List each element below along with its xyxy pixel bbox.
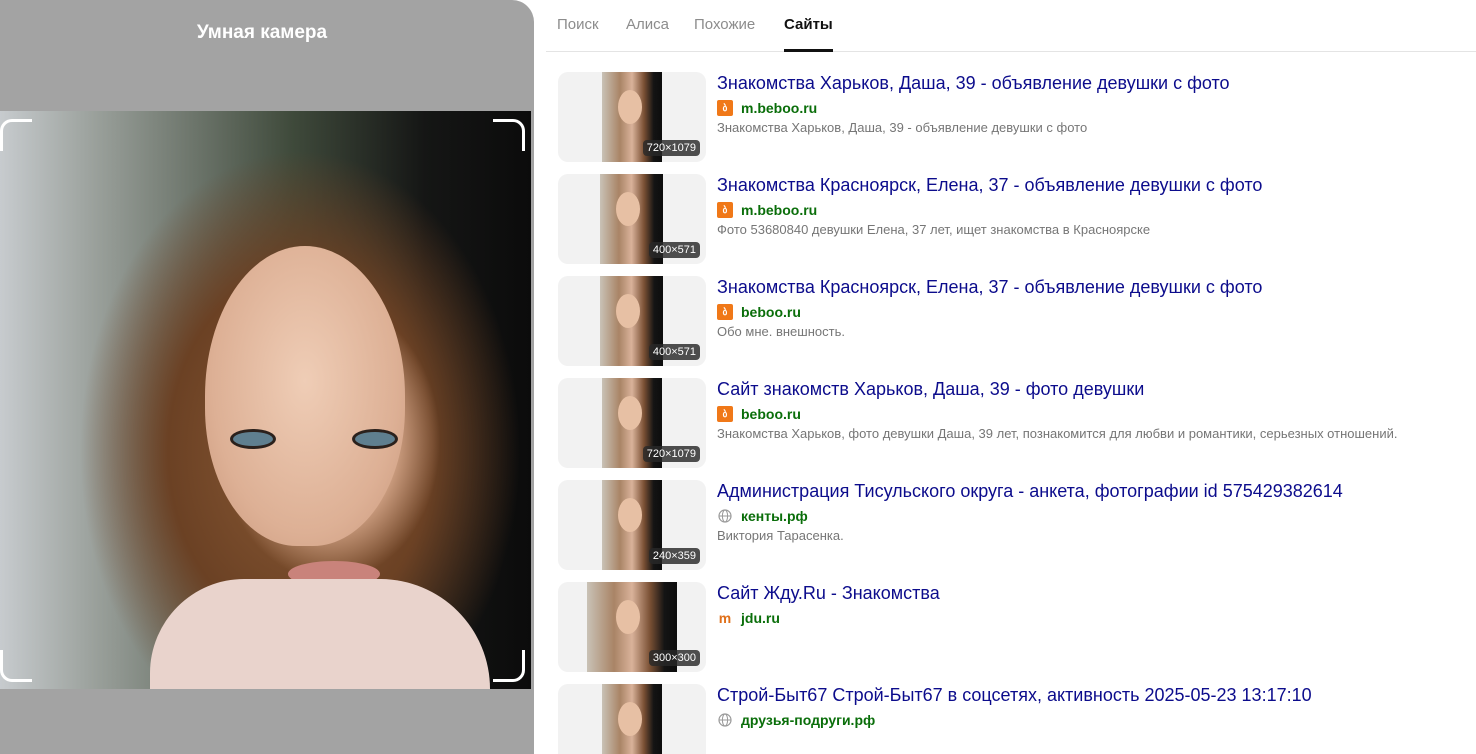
crop-handle-bottom-left[interactable] [0, 650, 32, 682]
thumbnail-face [618, 498, 642, 532]
beboo-icon: ბ [717, 202, 733, 218]
host-link[interactable]: друзья-подруги.рф [741, 712, 875, 728]
result-host: m jdu.ru [717, 609, 780, 627]
result-host: кенты.рф [717, 507, 808, 525]
result-title-link[interactable]: Строй-Быт67 Строй-Быт67 в соцсетях, акти… [717, 685, 1312, 706]
image-size-badge: 400×571 [648, 344, 700, 360]
image-size-badge: 400×571 [648, 242, 700, 258]
result-title-link[interactable]: Администрация Тисульского округа - анкет… [717, 481, 1343, 502]
image-size-badge: 720×1079 [642, 140, 700, 156]
tab-bar: Поиск Алиса Похожие Сайты [546, 0, 1476, 52]
host-link[interactable]: m.beboo.ru [741, 202, 817, 218]
host-link[interactable]: beboo.ru [741, 406, 801, 422]
host-link[interactable]: beboo.ru [741, 304, 801, 320]
photo-face [205, 246, 405, 546]
beboo-icon: ბ [717, 100, 733, 116]
thumbnail-face [618, 396, 642, 430]
tab-similar[interactable]: Похожие [694, 16, 755, 52]
result-thumbnail[interactable]: 400×571 [558, 276, 706, 366]
globe-icon [717, 508, 733, 524]
result-thumbnail[interactable]: 720×1079 [558, 72, 706, 162]
crop-handle-top-left[interactable] [0, 119, 32, 151]
host-link[interactable]: jdu.ru [741, 610, 780, 626]
result-title-link[interactable]: Сайт Жду.Ru - Знакомства [717, 583, 940, 604]
result-item: 400×571 Знакомства Красноярск, Елена, 37… [558, 276, 1473, 366]
camera-title: Умная камера [196, 22, 328, 43]
image-size-badge: 300×300 [648, 650, 700, 666]
result-host: ბ m.beboo.ru [717, 201, 817, 219]
result-item: 240×359 Администрация Тисульского округа… [558, 480, 1473, 570]
globe-icon [717, 712, 733, 728]
smart-camera-panel: Умная камера [0, 0, 534, 754]
image-size-badge: 240×359 [648, 548, 700, 564]
results-panel: Поиск Алиса Похожие Сайты 720×1079 Знако… [546, 0, 1476, 754]
tab-search[interactable]: Поиск [557, 16, 599, 52]
image-size-badge: 720×1079 [642, 446, 700, 462]
result-snippet: Обо мне. внешность. [717, 324, 845, 339]
photo-eye-left [230, 429, 276, 449]
result-host: ბ m.beboo.ru [717, 99, 817, 117]
tab-sites[interactable]: Сайты [784, 16, 833, 52]
thumbnail-face [618, 90, 642, 124]
result-item: 400×571 Знакомства Красноярск, Елена, 37… [558, 174, 1473, 264]
result-thumbnail[interactable] [558, 684, 706, 754]
thumbnail-face [616, 294, 640, 328]
result-snippet: Виктория Тарасенка. [717, 528, 844, 543]
result-title-link[interactable]: Знакомства Харьков, Даша, 39 - объявлени… [717, 73, 1230, 94]
result-title-link[interactable]: Знакомства Красноярск, Елена, 37 - объяв… [717, 175, 1262, 196]
result-item: 720×1079 Знакомства Харьков, Даша, 39 - … [558, 72, 1473, 162]
thumbnail-face [618, 702, 642, 736]
result-item: 720×1079 Сайт знакомств Харьков, Даша, 3… [558, 378, 1473, 468]
result-item: Строй-Быт67 Строй-Быт67 в соцсетях, акти… [558, 684, 1473, 754]
thumbnail-face [616, 192, 640, 226]
result-snippet: Знакомства Харьков, Даша, 39 - объявлени… [717, 120, 1088, 135]
result-snippet: Фото 53680840 девушки Елена, 37 лет, ище… [717, 222, 1151, 237]
beboo-icon: ბ [717, 304, 733, 320]
result-thumbnail[interactable]: 720×1079 [558, 378, 706, 468]
result-snippet: Знакомства Харьков, фото девушки Даша, 3… [717, 426, 1398, 441]
crop-handle-bottom-right[interactable] [493, 650, 525, 682]
query-photo [0, 111, 531, 689]
tab-alisa[interactable]: Алиса [626, 16, 669, 52]
result-host: ბ beboo.ru [717, 303, 801, 321]
result-item: 300×300 Сайт Жду.Ru - Знакомства m jdu.r… [558, 582, 1473, 672]
host-link[interactable]: m.beboo.ru [741, 100, 817, 116]
beboo-icon: ბ [717, 406, 733, 422]
result-thumbnail[interactable]: 240×359 [558, 480, 706, 570]
result-thumbnail[interactable]: 400×571 [558, 174, 706, 264]
result-host: друзья-подруги.рф [717, 711, 875, 729]
host-link[interactable]: кенты.рф [741, 508, 808, 524]
photo-sweater [150, 579, 490, 689]
result-title-link[interactable]: Знакомства Красноярск, Елена, 37 - объяв… [717, 277, 1262, 298]
photo-eye-right [352, 429, 398, 449]
result-title-link[interactable]: Сайт знакомств Харьков, Даша, 39 - фото … [717, 379, 1144, 400]
jdu-icon: m [718, 610, 732, 626]
result-thumbnail[interactable]: 300×300 [558, 582, 706, 672]
thumbnail-face [616, 600, 640, 634]
result-host: ბ beboo.ru [717, 405, 801, 423]
crop-handle-top-right[interactable] [493, 119, 525, 151]
